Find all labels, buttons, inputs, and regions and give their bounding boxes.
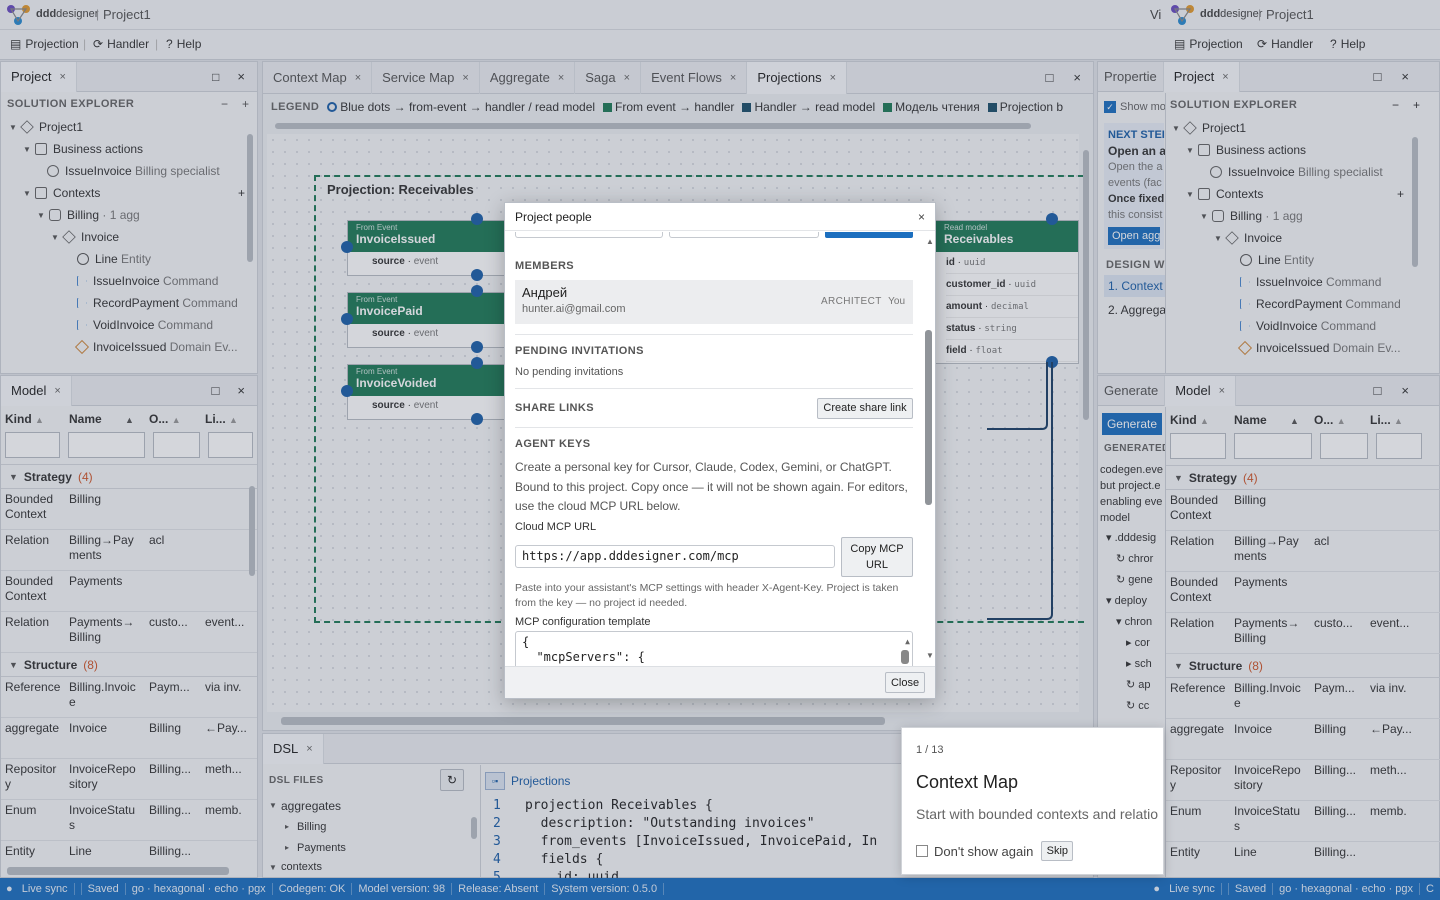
invite-role-select[interactable] — [669, 232, 819, 238]
create-share-link-button[interactable]: Create share link — [817, 397, 913, 419]
dont-show-label: Don't show again — [934, 843, 1034, 859]
invite-button[interactable] — [825, 232, 913, 238]
project-people-dialog: Project people × MEMBERS Андрей hunter.a… — [504, 202, 936, 699]
tour-step: 1 / 13 — [916, 744, 944, 756]
member-row[interactable]: Андрей hunter.ai@gmail.com ARCHITECT You — [515, 280, 913, 324]
copy-mcp-url-button[interactable]: Copy MCP URL — [841, 536, 913, 577]
close-icon[interactable]: × — [918, 210, 925, 224]
dialog-scrollbar[interactable] — [925, 330, 932, 505]
tour-text: Start with bounded contexts and relatio — [916, 806, 1159, 822]
tour-popover: 1 / 13 Context Map Start with bounded co… — [901, 727, 1164, 875]
skip-button[interactable]: Skip — [1041, 841, 1074, 861]
scroll-up-icon[interactable]: ▲ — [926, 237, 934, 246]
close-button[interactable]: Close — [885, 672, 925, 693]
tour-title: Context Map — [916, 772, 1019, 792]
invite-email-input[interactable] — [515, 232, 663, 238]
mcp-url-field[interactable]: https://app.dddesigner.com/mcp — [515, 545, 835, 568]
scroll-down-icon[interactable]: ▼ — [926, 651, 934, 660]
dialog-title: Project people — [515, 209, 592, 224]
dont-show-checkbox[interactable] — [916, 845, 928, 857]
mcp-template-textarea[interactable]: { "mcpServers": { ▲ — [515, 630, 913, 666]
dialog-body: MEMBERS Андрей hunter.ai@gmail.com ARCHI… — [505, 232, 923, 666]
